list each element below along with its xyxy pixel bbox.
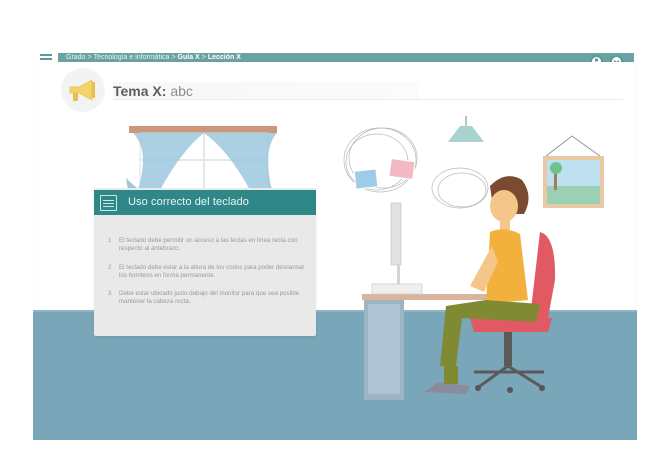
list-item-number: 1 <box>108 237 112 244</box>
list-item-number: 3 <box>108 290 112 297</box>
list-item-text: El teclado debe permitir un acceso a las… <box>119 237 298 252</box>
list-item-number: 2 <box>108 264 112 271</box>
ceiling-lamp <box>448 116 484 142</box>
card-title: Uso correcto del teclado <box>128 196 250 208</box>
list-item-text: El teclado debe estar a la altura de los… <box>119 264 305 279</box>
seated-person <box>424 176 540 394</box>
computer-monitor <box>371 202 423 295</box>
list-item-text: Debe estar ubicado justo debajo del moni… <box>119 290 300 305</box>
notepad-icon <box>100 195 117 211</box>
window-illustration <box>126 126 277 192</box>
wall-picture <box>543 135 604 208</box>
